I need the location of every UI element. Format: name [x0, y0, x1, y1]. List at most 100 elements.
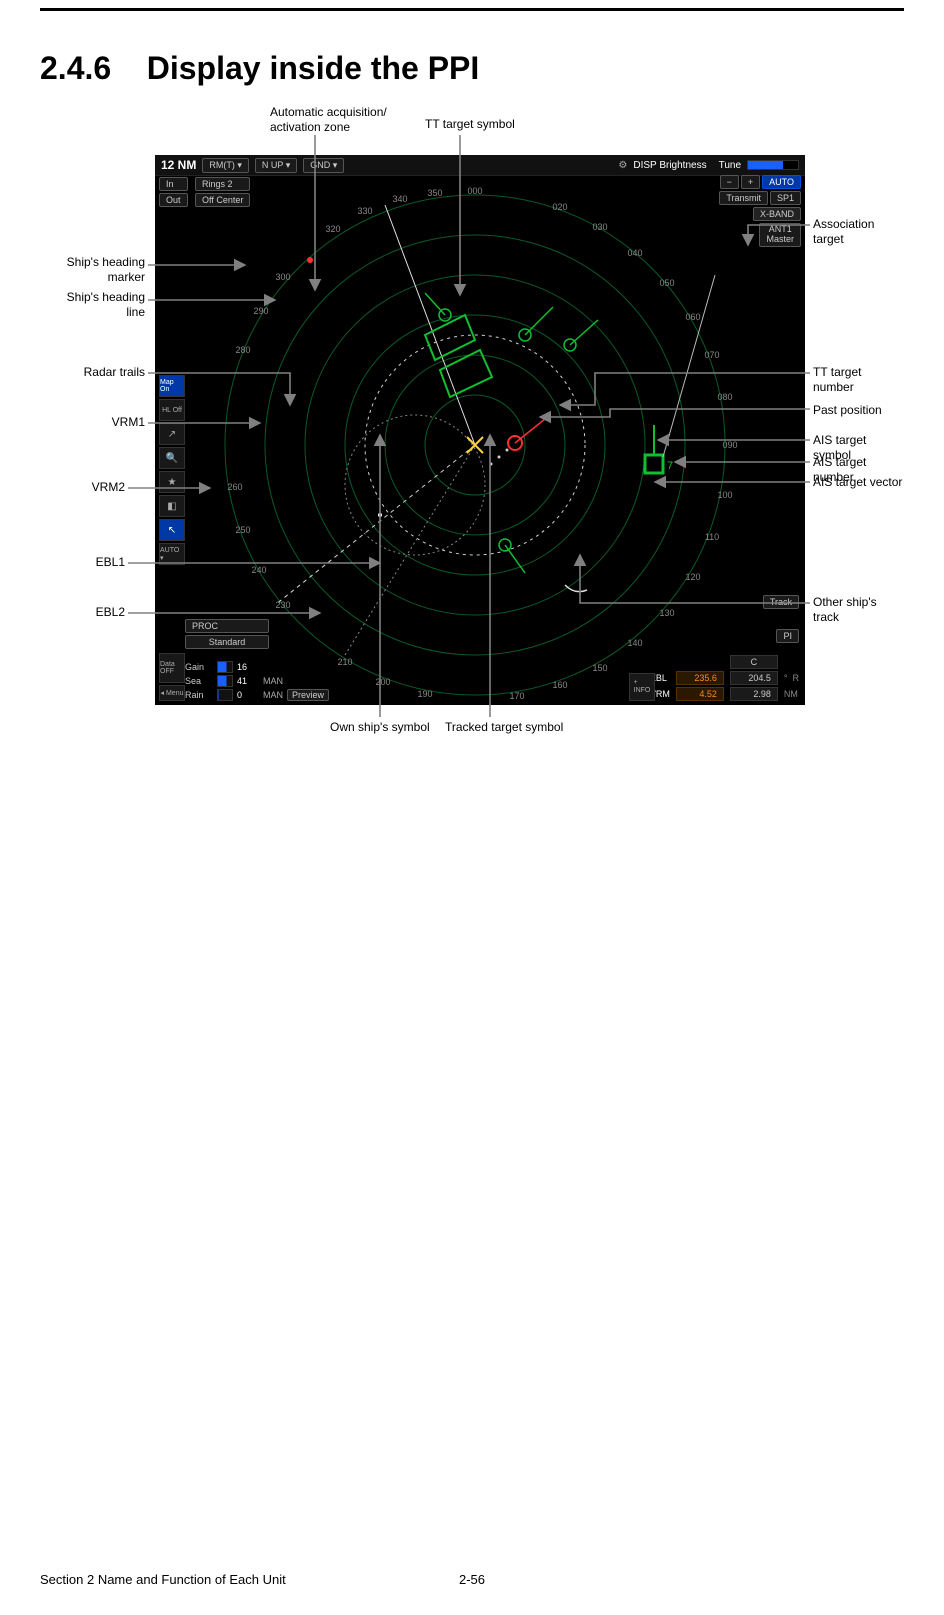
gear-icon[interactable]: ⚙ [618, 160, 627, 171]
anno-vrm1: VRM1 [35, 415, 145, 430]
vrm-unit: NM [784, 689, 799, 699]
anno-heading-line: Ship's heading line [35, 290, 145, 320]
range-label: 12 NM [161, 158, 196, 172]
anno-radar-trails: Radar trails [35, 365, 145, 380]
auto-mode-button[interactable]: AUTO ▾ [159, 543, 185, 565]
tick-160: 160 [552, 680, 567, 690]
gain-label: Gain [185, 662, 213, 672]
tick-350: 350 [427, 188, 442, 198]
tick-340: 340 [392, 194, 407, 204]
tick-090: 090 [722, 440, 737, 450]
star-icon[interactable]: ★ [159, 471, 185, 493]
tune-bar [747, 160, 799, 170]
anno-ebl1: EBL1 [15, 555, 125, 570]
tick-050: 050 [659, 278, 674, 288]
radar-trail-dot [378, 513, 382, 517]
gain-bar[interactable] [217, 661, 233, 673]
vrm2-value: 2.98 [730, 687, 778, 701]
anno-ebl2: EBL2 [15, 605, 125, 620]
track-button[interactable]: Track [763, 595, 799, 609]
tick-260: 260 [227, 482, 242, 492]
footer-page: 2-56 [459, 1572, 485, 1587]
section-number: 2.4.6 [40, 50, 111, 86]
page-footer: Section 2 Name and Function of Each Unit… [40, 1572, 904, 1587]
menu-button[interactable]: ◂ Menu [159, 685, 185, 701]
own-ship-symbol [467, 437, 483, 453]
tick-140: 140 [627, 638, 642, 648]
map-on-button[interactable]: Map On [159, 375, 185, 397]
tick-040: 040 [627, 248, 642, 258]
heading-line [385, 205, 475, 445]
preview-button[interactable]: Preview [287, 689, 329, 701]
data-off-button[interactable]: Data OFF [159, 653, 185, 683]
anno-heading-marker: Ship's heading marker [35, 255, 145, 285]
tune-label: Tune [719, 160, 741, 171]
tick-000: 000 [467, 186, 482, 196]
tick-190: 190 [417, 689, 432, 699]
tick-200: 200 [375, 677, 390, 687]
anno-own-ship: Own ship's symbol [330, 720, 430, 735]
plus-info-button[interactable]: + INFO [629, 673, 655, 701]
zoom-out-button[interactable]: Out [159, 193, 188, 207]
auto-button[interactable]: AUTO [762, 175, 801, 189]
auto-acquisition-zone [425, 315, 492, 397]
ebl2-value: 204.5 [730, 671, 778, 685]
standard-button[interactable]: Standard [185, 635, 269, 649]
rain-label: Rain [185, 690, 213, 700]
section-title: Display inside the PPI [147, 50, 480, 86]
anno-association: Association target [813, 217, 904, 247]
plus-button[interactable]: + [741, 175, 760, 189]
anno-vrm2: VRM2 [15, 480, 125, 495]
tick-170: 170 [509, 691, 524, 701]
footer-section: Section 2 Name and Function of Each Unit [40, 1572, 286, 1587]
stab-mode[interactable]: GND ▾ [303, 158, 344, 173]
tick-130: 130 [659, 608, 674, 618]
anno-tt-symbol: TT target symbol [425, 117, 515, 132]
sea-bar[interactable] [217, 675, 233, 687]
anno-ais-vector: AIS target vector [813, 475, 902, 490]
tick-330: 330 [357, 206, 372, 216]
anno-tt-number: TT target number [813, 365, 904, 395]
search-icon[interactable]: 🔍 [159, 447, 185, 469]
anno-auto-zone: Automatic acquisition/ activation zone [270, 105, 387, 135]
rain-mode[interactable]: MAN [263, 690, 283, 700]
c-label: C [730, 655, 778, 669]
tick-060: 060 [685, 312, 700, 322]
zoom-in-button[interactable]: In [159, 177, 188, 191]
other-ship-track [565, 585, 587, 592]
pi-button[interactable]: PI [776, 629, 799, 643]
tick-240: 240 [251, 565, 266, 575]
tick-150: 150 [592, 663, 607, 673]
orientation-mode[interactable]: N UP ▾ [255, 158, 297, 173]
gain-value: 16 [237, 662, 259, 672]
figure: 12 NM RM(T) ▾ N UP ▾ GND ▾ ⚙ DISP Bright… [40, 105, 904, 805]
share-icon[interactable]: ↗ [159, 423, 185, 445]
sea-label: Sea [185, 676, 213, 686]
ppi-scope: 7 000 [215, 185, 735, 705]
cursor-icon[interactable]: ↖ [159, 519, 185, 541]
radar-top-bar: 12 NM RM(T) ▾ N UP ▾ GND ▾ ⚙ DISP Bright… [155, 155, 805, 176]
anno-other-track: Other ship's track [813, 595, 904, 625]
rm-mode[interactable]: RM(T) ▾ [202, 158, 249, 173]
brightness-label: DISP Brightness [633, 160, 706, 171]
ais-target: 7 [645, 425, 673, 473]
past-positions [490, 449, 509, 466]
tick-250: 250 [235, 525, 250, 535]
proc-button[interactable]: PROC [185, 619, 269, 633]
rain-bar[interactable] [217, 689, 233, 701]
antenna-info: ANT1Master [759, 223, 801, 247]
sea-value: 41 [237, 676, 259, 686]
tick-300: 300 [275, 272, 290, 282]
ebl-vrm-readout: C EBL 235.6 204.5 ° R VRM 4.52 2.98 NM [650, 655, 799, 701]
eraser-icon[interactable]: ◧ [159, 495, 185, 517]
sp1-button[interactable]: SP1 [770, 191, 801, 205]
rain-value: 0 [237, 690, 259, 700]
xband-button[interactable]: X-BAND [753, 207, 801, 221]
tick-290: 290 [253, 306, 268, 316]
vrm1-value: 4.52 [676, 687, 724, 701]
hl-off-button[interactable]: HL Off [159, 399, 185, 421]
sea-mode[interactable]: MAN [263, 676, 283, 686]
ebl1-line [275, 445, 475, 605]
tick-030: 030 [592, 222, 607, 232]
top-rule [40, 8, 904, 11]
